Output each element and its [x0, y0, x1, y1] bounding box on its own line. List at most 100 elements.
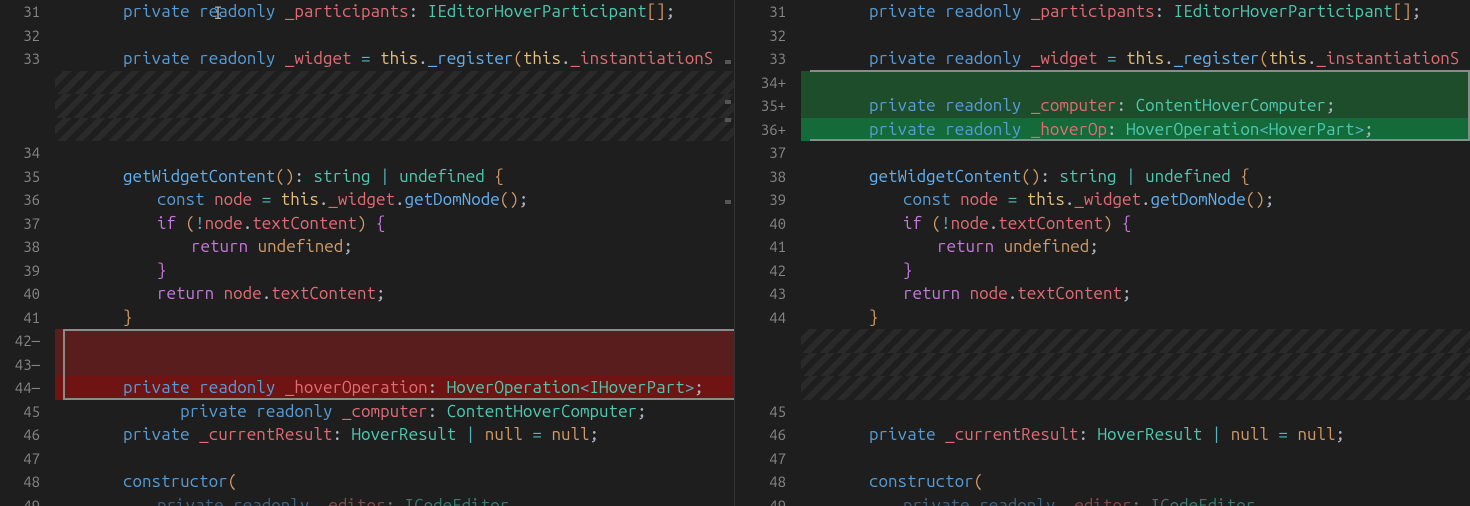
code-line[interactable]: private readonly _editor: ICodeEditor, — [55, 494, 734, 506]
line-number — [735, 376, 801, 400]
code-line-deleted[interactable] — [55, 329, 734, 353]
code-line[interactable]: const node = this._widget.getDomNode(); — [55, 188, 734, 212]
line-number[interactable]: 36 — [0, 188, 55, 212]
code-token: this — [1126, 49, 1164, 68]
code-content-right[interactable]: private readonly _participants: IEditorH… — [801, 0, 1470, 506]
line-number[interactable]: 49 — [0, 494, 55, 506]
gutter-right[interactable]: 31 32 33 34+ 35+ 36+ 37 38 39 40 41 42 4… — [735, 0, 801, 506]
code-token: HoverPart — [1269, 120, 1355, 139]
line-number[interactable]: 45 — [0, 400, 55, 424]
code-line-deleted[interactable]: private readonly _computer: ContentHover… — [55, 353, 734, 377]
code-line-empty[interactable] — [801, 141, 1470, 165]
code-token: . — [1307, 49, 1317, 68]
code-token: ; — [1265, 190, 1275, 209]
line-number[interactable]: 38 — [735, 165, 801, 189]
diff-modified-pane[interactable]: 31 32 33 34+ 35+ 36+ 37 38 39 40 41 42 4… — [735, 0, 1470, 506]
code-line-empty[interactable] — [801, 400, 1470, 424]
line-number[interactable]: 36+ — [735, 118, 801, 142]
code-line[interactable]: getWidgetContent(): string | undefined { — [55, 165, 734, 189]
line-number[interactable]: 48 — [735, 470, 801, 494]
code-line[interactable]: } — [55, 259, 734, 283]
code-token: private — [869, 96, 945, 115]
line-number[interactable]: 34 — [0, 141, 55, 165]
line-number[interactable]: 34+ — [735, 71, 801, 95]
line-number[interactable]: 44 — [735, 306, 801, 330]
text-selection — [225, 354, 323, 375]
code-token: ; — [519, 190, 529, 209]
code-token: { — [367, 214, 386, 233]
line-number[interactable]: 33 — [735, 47, 801, 71]
line-number[interactable]: 41 — [0, 306, 55, 330]
code-line[interactable]: private readonly _editor: ICodeEditor, — [801, 494, 1470, 506]
line-number[interactable]: 42— — [0, 329, 55, 353]
line-number[interactable]: 37 — [0, 212, 55, 236]
code-token: : — [428, 402, 447, 421]
line-number[interactable]: 32 — [735, 24, 801, 48]
gutter-left[interactable]: 31 32 33 34 35 36 37 38 39 40 41 42— 43—… — [0, 0, 55, 506]
code-content-left[interactable]: private readonly _participants: IEditorH… — [55, 0, 734, 506]
line-number[interactable]: 47 — [735, 447, 801, 471]
code-line[interactable]: private readonly _widget = this._registe… — [801, 47, 1470, 71]
line-number[interactable]: 40 — [735, 212, 801, 236]
code-line[interactable]: constructor( — [801, 470, 1470, 494]
code-token: private — [180, 402, 256, 421]
line-number[interactable]: 46 — [735, 423, 801, 447]
code-line[interactable]: getWidgetContent(): string | undefined { — [801, 165, 1470, 189]
minimap-left[interactable] — [724, 0, 732, 506]
diff-sash[interactable] — [735, 0, 737, 506]
line-number[interactable]: 39 — [0, 259, 55, 283]
line-number[interactable]: 31 — [735, 0, 801, 24]
line-number[interactable]: 38 — [0, 235, 55, 259]
code-line[interactable]: private readonly _participants: IEditorH… — [55, 0, 734, 24]
code-line[interactable]: private readonly _participants: IEditorH… — [801, 0, 1470, 24]
line-number[interactable]: 35+ — [735, 94, 801, 118]
code-line[interactable]: constructor( — [55, 470, 734, 494]
code-line[interactable]: private _currentResult: HoverResult | nu… — [55, 423, 734, 447]
code-line[interactable]: if (!node.textContent) { — [801, 212, 1470, 236]
line-number[interactable]: 43— — [0, 353, 55, 377]
line-number[interactable]: 40 — [0, 282, 55, 306]
code-line[interactable]: private readonly _widget = this._registe… — [55, 47, 734, 71]
line-number[interactable]: 32 — [0, 24, 55, 48]
code-line-empty[interactable] — [55, 24, 734, 48]
code-line[interactable]: private _currentResult: HoverResult | nu… — [801, 423, 1470, 447]
code-line-inserted[interactable]: private readonly _hoverOp: HoverOperatio… — [801, 118, 1470, 142]
code-line-empty[interactable]: I — [55, 447, 734, 471]
line-number[interactable]: 35 — [0, 165, 55, 189]
code-line-empty[interactable] — [801, 447, 1470, 471]
code-token: : — [428, 378, 447, 397]
code-line-inserted[interactable]: private readonly _computer: ContentHover… — [801, 94, 1470, 118]
line-number[interactable]: 41 — [735, 235, 801, 259]
line-number[interactable]: 31 — [0, 0, 55, 24]
code-line-empty[interactable] — [55, 141, 734, 165]
line-number[interactable]: 49 — [735, 494, 801, 506]
code-token: : — [1040, 167, 1059, 186]
code-token: return — [191, 237, 258, 256]
code-token: ; — [637, 402, 647, 421]
line-number[interactable]: 45 — [735, 400, 801, 424]
line-number[interactable]: 47 — [0, 447, 55, 471]
code-line[interactable]: if (!node.textContent) { — [55, 212, 734, 236]
code-line-inserted[interactable] — [801, 71, 1470, 95]
code-line[interactable]: return undefined; — [55, 235, 734, 259]
code-line[interactable]: return undefined; — [801, 235, 1470, 259]
diff-original-pane[interactable]: 31 32 33 34 35 36 37 38 39 40 41 42— 43—… — [0, 0, 735, 506]
code-line[interactable]: return node.textContent; — [801, 282, 1470, 306]
line-number[interactable]: 46 — [0, 423, 55, 447]
code-token: ( — [513, 49, 523, 68]
code-line[interactable]: return node.textContent; — [55, 282, 734, 306]
code-line[interactable]: const node = this._widget.getDomNode(); — [801, 188, 1470, 212]
line-number[interactable]: 48 — [0, 470, 55, 494]
line-number[interactable]: 43 — [735, 282, 801, 306]
line-number[interactable]: 44— — [0, 376, 55, 400]
line-number[interactable]: 33 — [0, 47, 55, 71]
line-number[interactable]: 37 — [735, 141, 801, 165]
line-number[interactable]: 39 — [735, 188, 801, 212]
code-line-empty[interactable] — [801, 24, 1470, 48]
code-line[interactable]: } — [801, 306, 1470, 330]
code-token: ; — [694, 378, 704, 397]
code-token: private — [123, 49, 199, 68]
line-number[interactable]: 42 — [735, 259, 801, 283]
code-line[interactable]: } — [801, 259, 1470, 283]
code-line[interactable]: } — [55, 306, 734, 330]
